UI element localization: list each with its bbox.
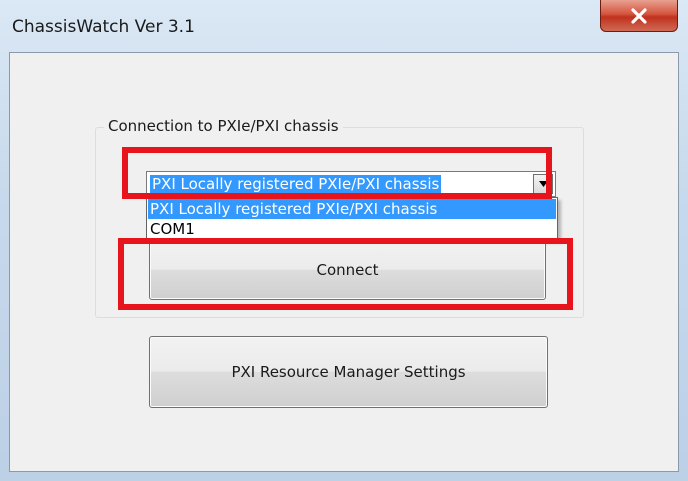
- window-title: ChassisWatch Ver 3.1: [12, 17, 195, 37]
- connect-button[interactable]: Connect: [149, 240, 546, 300]
- close-button[interactable]: [600, 0, 678, 32]
- connection-group-label: Connection to PXIe/PXI chassis: [104, 117, 343, 135]
- dropdown-option[interactable]: PXI Locally registered PXIe/PXI chassis: [148, 199, 556, 219]
- title-bar[interactable]: ChassisWatch Ver 3.1: [0, 0, 688, 52]
- combo-dropdown-button[interactable]: [533, 174, 553, 194]
- combo-dropdown-list: PXI Locally registered PXIe/PXI chassis …: [146, 197, 558, 240]
- connection-combo[interactable]: PXI Locally registered PXIe/PXI chassis: [146, 171, 556, 197]
- dialog-client-area: Connection to PXIe/PXI chassis PXI Local…: [9, 52, 679, 472]
- chevron-down-icon: [538, 181, 548, 187]
- dropdown-option[interactable]: COM1: [148, 219, 556, 239]
- app-window: ChassisWatch Ver 3.1 Connection to PXIe/…: [0, 0, 688, 481]
- resource-manager-settings-button[interactable]: PXI Resource Manager Settings: [149, 336, 548, 408]
- close-x-icon: [631, 7, 647, 24]
- combo-selected-value: PXI Locally registered PXIe/PXI chassis: [150, 175, 442, 193]
